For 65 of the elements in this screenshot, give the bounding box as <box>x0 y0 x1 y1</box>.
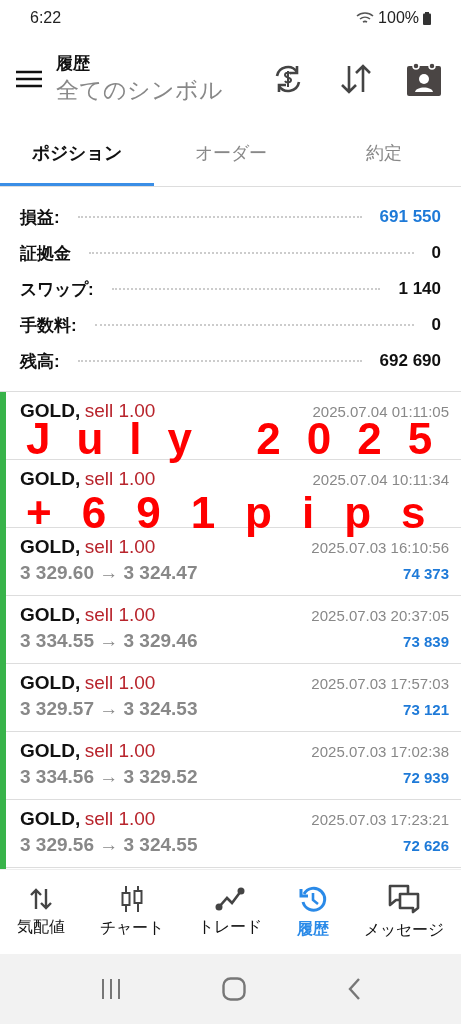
nav-item[interactable]: トレード <box>198 886 263 938</box>
chat-bubbles-icon <box>386 883 421 914</box>
position-time: 2025.07.03 20:37:05 <box>311 607 449 624</box>
home-icon[interactable] <box>222 977 247 1001</box>
up-down-arrows-icon <box>28 886 55 911</box>
battery-level: 100% <box>378 9 419 27</box>
summary-value: 691 550 <box>379 207 441 227</box>
position-side: sell 1.00 <box>84 400 156 421</box>
symbol-filter[interactable]: 全てのシンボル <box>56 75 237 106</box>
tab[interactable]: 約定 <box>307 122 461 186</box>
position-profit: 72 626 <box>403 837 449 854</box>
position-profit: 73 121 <box>403 701 449 718</box>
summary-label: 残高: <box>20 350 60 373</box>
position-side: sell 1.00 <box>84 536 156 557</box>
summary-value: 692 690 <box>379 351 441 371</box>
summary-value: 0 <box>431 315 441 335</box>
summary-label: スワップ: <box>20 278 94 301</box>
summary-value: 0 <box>431 243 441 263</box>
menu-icon[interactable] <box>16 69 42 89</box>
sort-icon[interactable] <box>339 64 373 94</box>
nav-item[interactable]: 履歴 <box>297 884 330 940</box>
battery-icon <box>423 11 431 25</box>
summary-label: 証拠金 <box>20 242 71 265</box>
position-symbol: GOLD, <box>20 536 81 557</box>
position-prices: 3 329.57 → 3 324.53 <box>20 698 198 720</box>
position-side: sell 1.00 <box>84 604 156 625</box>
position-profit: 74 373 <box>403 565 449 582</box>
nav-item[interactable]: メッセージ <box>363 883 444 941</box>
screen-title: 履歴 <box>56 53 91 75</box>
overlay-caption: +691pips <box>26 490 457 536</box>
position-time: 2025.07.03 17:57:03 <box>311 675 449 692</box>
position-profit: 73 839 <box>403 633 449 650</box>
wifi-icon <box>356 11 375 25</box>
summary-label: 手数料: <box>20 314 77 337</box>
tab[interactable]: ポジション <box>0 122 154 186</box>
position-symbol: GOLD, <box>20 808 81 829</box>
position-prices: 3 329.60 → 3 324.47 <box>20 562 198 584</box>
line-chart-icon <box>215 886 246 911</box>
position-profit: 72 939 <box>403 769 449 786</box>
status-time: 6:22 <box>30 9 62 27</box>
position-time: 2025.07.03 17:02:38 <box>311 743 449 760</box>
position-time: 2025.07.03 17:23:21 <box>311 811 449 828</box>
position-side: sell 1.00 <box>84 468 156 489</box>
position-side: sell 1.00 <box>84 740 156 761</box>
position-symbol: GOLD, <box>20 740 81 761</box>
position-time: 2025.07.04 01:11:05 <box>312 403 449 420</box>
summary-label: 損益: <box>20 206 60 229</box>
recent-apps-icon[interactable] <box>100 979 123 999</box>
position-time: 2025.07.04 10:11:34 <box>312 471 449 488</box>
position-side: sell 1.00 <box>84 672 156 693</box>
contact-calendar-icon[interactable] <box>407 62 441 96</box>
position-time: 2025.07.03 16:10:56 <box>311 539 449 556</box>
nav-item[interactable]: 気配値 <box>17 886 66 938</box>
position-symbol: GOLD, <box>20 672 81 693</box>
back-icon[interactable] <box>346 977 361 1001</box>
position-side: sell 1.00 <box>84 808 156 829</box>
position-symbol: GOLD, <box>20 604 81 625</box>
position-prices: 3 329.56 → 3 324.55 <box>20 834 198 856</box>
tab[interactable]: オーダー <box>153 122 308 186</box>
nav-item[interactable]: チャート <box>99 885 164 939</box>
position-prices: 3 334.56 → 3 329.52 <box>20 766 198 788</box>
history-icon <box>299 884 328 913</box>
summary-value: 1 140 <box>398 279 441 299</box>
position-prices: 3 334.55 → 3 329.46 <box>20 630 198 652</box>
position-symbol: GOLD, <box>20 468 81 489</box>
